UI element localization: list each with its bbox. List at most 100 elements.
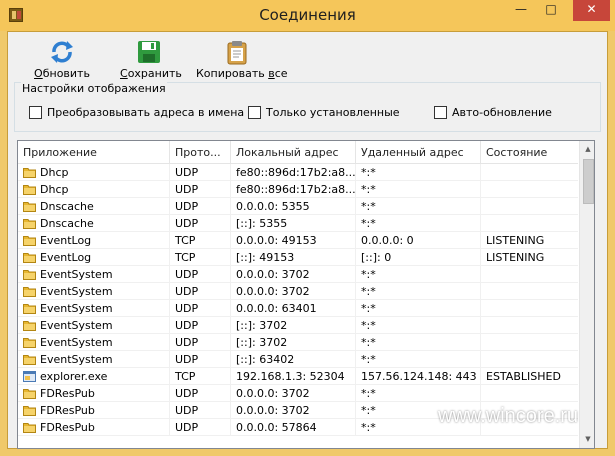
cell-protocol: UDP [170, 317, 231, 334]
cell-state [481, 164, 578, 181]
floppy-disk-icon [138, 41, 160, 63]
cell-protocol: UDP [170, 300, 231, 317]
column-header-application[interactable]: Приложение [18, 141, 170, 164]
cell-protocol: TCP [170, 249, 231, 266]
cell-state [481, 215, 578, 232]
cell-remote-address: *:* [356, 317, 481, 334]
folder-icon [23, 219, 36, 229]
vertical-scrollbar[interactable]: ▲ ▼ [579, 141, 594, 448]
table-row[interactable]: EventLog TCP [::]: 49153 [::]: 0 LISTENING [18, 249, 578, 266]
established-only-checkbox[interactable]: Только установленные [248, 106, 400, 119]
column-header-state[interactable]: Состояние [481, 141, 578, 164]
copy-all-button[interactable]: Копировать все [196, 38, 288, 80]
resolve-names-label: Преобразовывать адреса в имена [47, 106, 245, 119]
table-row[interactable]: Dhcp UDP fe80::896d:17b2:a8... *:* [18, 164, 578, 181]
cell-protocol: TCP [170, 232, 231, 249]
close-button[interactable]: ✕ [573, 0, 610, 21]
folder-icon [23, 287, 36, 297]
table-row[interactable]: explorer.exe TCP 192.168.1.3: 52304 157.56.… [18, 368, 578, 385]
cell-application: EventLog [18, 232, 170, 249]
cell-protocol: UDP [170, 385, 231, 402]
cell-local-address: [::]: 5355 [231, 215, 356, 232]
display-settings-group: Настройки отображения Преобразовывать ад… [14, 82, 601, 132]
cell-local-address: 0.0.0.0: 57864 [231, 419, 356, 436]
folder-icon [23, 304, 36, 314]
column-header-protocol[interactable]: Прото... [170, 141, 231, 164]
minimize-button[interactable]: — [507, 0, 535, 21]
cell-application: FDResPub [18, 385, 170, 402]
refresh-button[interactable]: Обновить [34, 38, 90, 80]
table-row[interactable]: Dhcp UDP fe80::896d:17b2:a8... *:* [18, 181, 578, 198]
checkbox-box[interactable] [29, 106, 42, 119]
cell-state [481, 181, 578, 198]
checkbox-box[interactable] [434, 106, 447, 119]
cell-state: LISTENING [486, 234, 545, 247]
table-row[interactable]: EventSystem UDP 0.0.0.0: 63401 *:* [18, 300, 578, 317]
cell-protocol: UDP [170, 164, 231, 181]
cell-application: EventSystem [18, 351, 170, 368]
auto-refresh-checkbox[interactable]: Авто-обновление [434, 106, 552, 119]
refresh-label: Обновить [34, 67, 90, 80]
table-row[interactable]: FDResPub UDP 0.0.0.0: 3702 *:* [18, 385, 578, 402]
scroll-down-arrow[interactable]: ▼ [580, 431, 594, 448]
maximize-button[interactable]: □ [537, 0, 565, 21]
refresh-icon [51, 41, 73, 63]
cell-application: EventSystem [18, 300, 170, 317]
toolbar: Обновить Сохранить Копировать все [8, 32, 607, 82]
cell-state: ESTABLISHED [486, 370, 561, 383]
cell-remote-address: *:* [356, 266, 481, 283]
cell-local-address: 0.0.0.0: 3702 [231, 283, 356, 300]
table-row[interactable]: EventLog TCP 0.0.0.0: 49153 0.0.0.0: 0 LISTE… [18, 232, 578, 249]
copy-all-label: Копировать все [196, 67, 288, 80]
scroll-up-arrow[interactable]: ▲ [580, 141, 594, 158]
folder-icon [23, 236, 36, 246]
cell-remote-address: [::]: 0 [356, 249, 481, 266]
folder-icon [23, 389, 36, 399]
resolve-names-checkbox[interactable]: Преобразовывать адреса в имена [29, 106, 244, 119]
checkbox-box[interactable] [248, 106, 261, 119]
cell-application: Dhcp [18, 164, 170, 181]
watermark: www.wincore.ru [438, 405, 579, 427]
cell-application: explorer.exe [18, 368, 170, 385]
auto-refresh-label: Авто-обновление [452, 106, 552, 119]
cell-state: LISTENING [486, 251, 545, 264]
client-area: Обновить Сохранить Копировать все Настро… [7, 31, 608, 449]
table-row[interactable]: EventSystem UDP 0.0.0.0: 3702 *:* [18, 266, 578, 283]
column-header-remote-address[interactable]: Удаленный адрес [356, 141, 481, 164]
save-button[interactable]: Сохранить [120, 38, 182, 80]
folder-icon [23, 270, 36, 280]
title-bar[interactable]: Соединения — □ ✕ [0, 0, 615, 31]
table-row[interactable]: Dnscache UDP 0.0.0.0: 5355 *:* [18, 198, 578, 215]
cell-state [481, 317, 578, 334]
column-header-local-address[interactable]: Локальный адрес [231, 141, 356, 164]
cell-application: EventLog [18, 249, 170, 266]
cell-state [481, 198, 578, 215]
folder-icon [23, 253, 36, 263]
cell-application: EventSystem [18, 283, 170, 300]
table-row[interactable]: EventSystem UDP [::]: 3702 *:* [18, 334, 578, 351]
cell-state [481, 266, 578, 283]
table-row[interactable]: EventSystem UDP [::]: 3702 *:* [18, 317, 578, 334]
application-icon [23, 371, 36, 382]
table-row[interactable]: EventSystem UDP 0.0.0.0: 3702 *:* [18, 283, 578, 300]
cell-local-address: [::]: 3702 [231, 317, 356, 334]
cell-remote-address: *:* [356, 351, 481, 368]
cell-protocol: UDP [170, 402, 231, 419]
cell-protocol: UDP [170, 419, 231, 436]
cell-protocol: UDP [170, 181, 231, 198]
cell-remote-address: *:* [356, 334, 481, 351]
cell-local-address: 0.0.0.0: 3702 [231, 402, 356, 419]
cell-remote-address: *:* [356, 385, 481, 402]
scroll-thumb[interactable] [583, 159, 594, 204]
cell-local-address: [::]: 3702 [231, 334, 356, 351]
cell-local-address: 192.168.1.3: 52304 [231, 368, 356, 385]
table-row[interactable]: EventSystem UDP [::]: 63402 *:* [18, 351, 578, 368]
cell-application: EventSystem [18, 266, 170, 283]
table-body: Dhcp UDP fe80::896d:17b2:a8... *:* Dhcp UDP fe… [18, 164, 578, 436]
cell-local-address: [::]: 63402 [231, 351, 356, 368]
connections-table[interactable]: Приложение Прото... Локальный адрес Удал… [17, 140, 595, 449]
table-row[interactable]: Dnscache UDP [::]: 5355 *:* [18, 215, 578, 232]
cell-local-address: 0.0.0.0: 63401 [231, 300, 356, 317]
cell-state [481, 334, 578, 351]
folder-icon [23, 202, 36, 212]
